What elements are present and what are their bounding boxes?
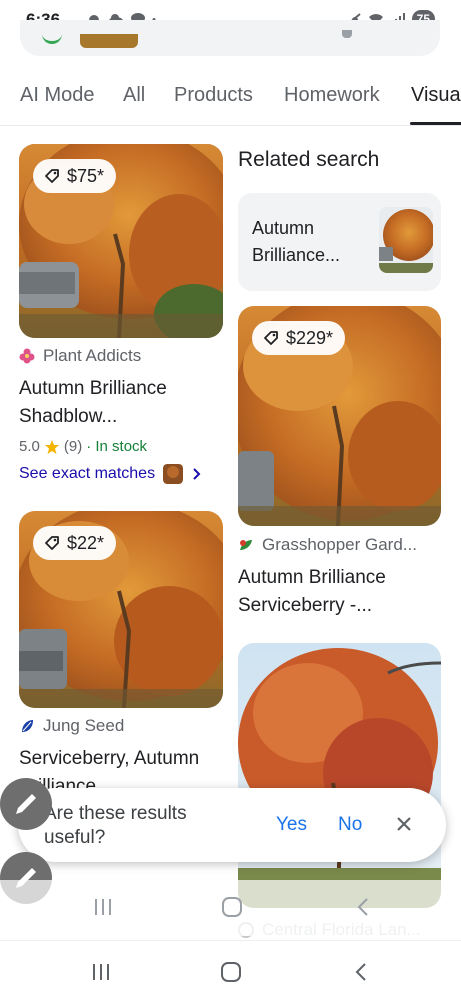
pencil-icon <box>16 794 36 814</box>
product-rating: 5.0 (9) · In stock <box>19 438 147 455</box>
search-bar[interactable] <box>20 20 440 56</box>
exact-match-thumbnail <box>163 464 184 484</box>
star-icon <box>44 439 59 454</box>
related-search-thumbnail <box>379 207 433 273</box>
price-label: $22* <box>67 532 105 553</box>
product-title-line: Serviceberry -... <box>238 595 373 616</box>
merchant-source[interactable]: Plant Addicts <box>19 346 141 366</box>
active-tab-indicator <box>410 122 461 125</box>
price-chip: $229* <box>252 321 346 355</box>
review-count: (9) <box>63 438 83 455</box>
search-image-thumbnail[interactable] <box>80 34 138 48</box>
product-title[interactable]: Autumn Brilliance Shadblow... <box>19 375 223 431</box>
close-icon[interactable] <box>394 814 414 834</box>
overlay-navigation-bar <box>0 880 461 936</box>
tab-visual[interactable]: Visual <box>411 84 461 107</box>
feedback-no-button[interactable]: No <box>338 814 362 836</box>
tag-icon <box>264 331 278 345</box>
feedback-question-line: Are these results <box>44 803 187 824</box>
related-search-heading: Related search <box>238 148 380 171</box>
chevron-right-icon <box>193 468 201 480</box>
tag-icon <box>45 536 59 550</box>
price-chip: $75* <box>33 159 117 193</box>
recents-icon[interactable] <box>90 961 112 983</box>
price-label: $229* <box>286 327 334 348</box>
related-label-line: Brilliance... <box>252 245 341 265</box>
edit-fab-button[interactable] <box>0 778 52 830</box>
price-chip: $22* <box>33 526 117 560</box>
back-icon <box>357 898 368 916</box>
product-title-line: Autumn Brilliance <box>238 567 386 588</box>
product-title[interactable]: Autumn Brilliance Serviceberry -... <box>238 564 441 620</box>
feedback-prompt: Are these results useful? Yes No <box>18 788 446 862</box>
merchant-name: Jung Seed <box>43 716 125 735</box>
home-icon[interactable] <box>220 961 242 983</box>
rating-value: 5.0 <box>19 438 40 455</box>
feedback-yes-button[interactable]: Yes <box>276 814 307 836</box>
grasshopper-gardens-logo-icon <box>240 540 252 550</box>
see-exact-matches-link[interactable]: See exact matches <box>19 464 201 484</box>
merchant-name: Grasshopper Gard... <box>262 535 417 554</box>
tag-icon <box>45 169 59 183</box>
tab-ai-mode[interactable]: AI Mode <box>20 84 94 107</box>
merchant-name: Plant Addicts <box>43 346 142 365</box>
product-image[interactable] <box>238 643 441 908</box>
jung-seed-logo-icon <box>22 720 33 732</box>
product-title-line: Shadblow... <box>19 406 118 427</box>
merchant-source[interactable]: Jung Seed <box>19 716 124 736</box>
recents-icon <box>95 899 111 915</box>
google-logo-icon <box>42 30 62 44</box>
feedback-question-line: useful? <box>44 827 106 848</box>
tab-all[interactable]: All <box>123 84 145 107</box>
exact-matches-label: See exact matches <box>19 465 156 482</box>
related-search-card[interactable]: Autumn Brilliance... <box>238 193 441 291</box>
feedback-question: Are these results useful? <box>44 802 187 850</box>
product-title-line: Autumn Brilliance <box>19 378 167 399</box>
related-label-line: Autumn <box>252 218 315 238</box>
merchant-source[interactable]: Grasshopper Gard... <box>238 535 417 555</box>
search-tabs: AI Mode All Products Homework Visual <box>0 74 461 126</box>
tab-products[interactable]: Products <box>174 84 253 107</box>
stock-status: · In stock <box>86 438 148 455</box>
tab-homework[interactable]: Homework <box>284 84 380 107</box>
related-search-label: Autumn Brilliance... <box>252 215 372 269</box>
system-navigation-bar <box>0 940 461 1000</box>
back-icon[interactable] <box>350 961 372 983</box>
product-title-line: Serviceberry, Autumn <box>19 748 200 769</box>
price-label: $75* <box>67 165 105 186</box>
plant-addicts-logo-icon <box>19 348 35 364</box>
lens-icon[interactable] <box>342 30 352 38</box>
home-icon <box>222 897 242 917</box>
